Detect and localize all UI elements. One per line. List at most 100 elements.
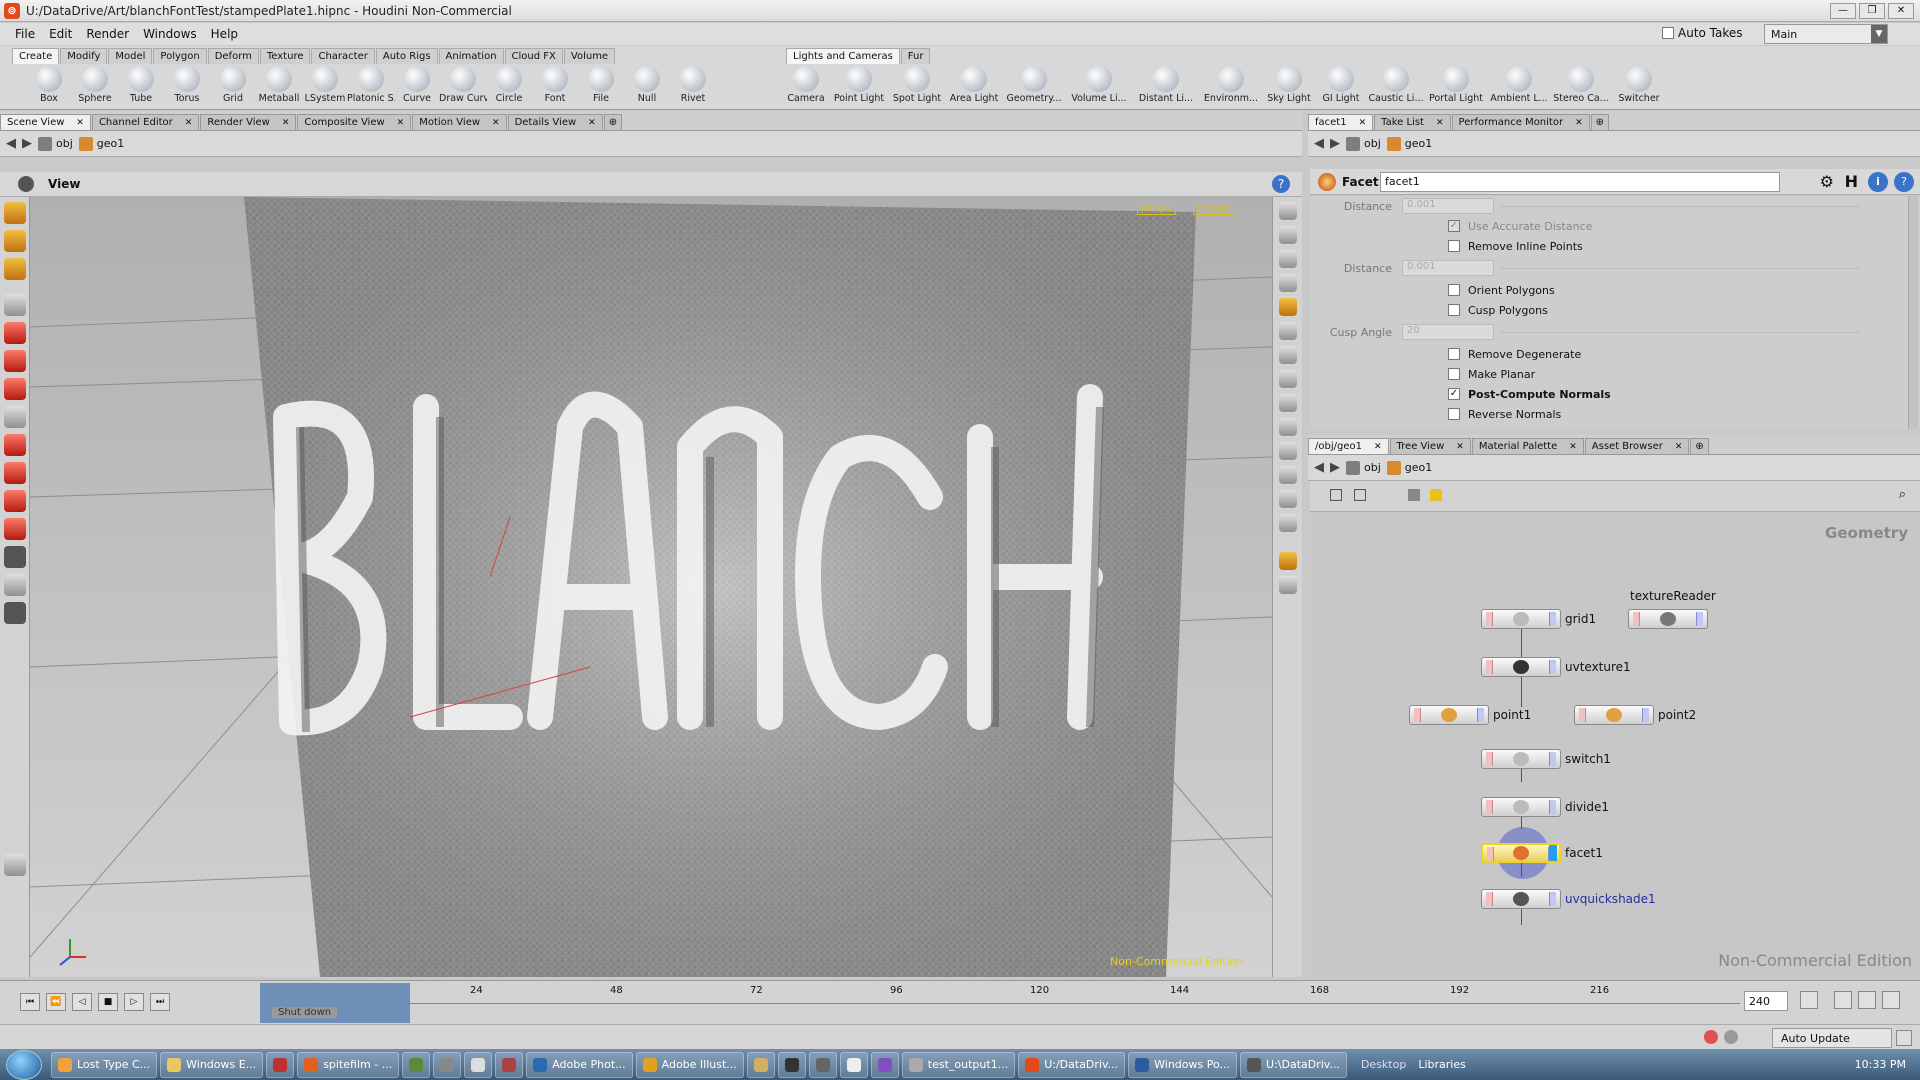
loop-icon[interactable] bbox=[1858, 991, 1876, 1009]
tool-tube[interactable]: Tube bbox=[118, 66, 164, 104]
display-options-icon[interactable] bbox=[1278, 202, 1297, 220]
frame-view-icon[interactable] bbox=[1278, 250, 1297, 268]
audio-icon[interactable] bbox=[1882, 991, 1900, 1009]
param-reverse-normals[interactable]: Reverse Normals bbox=[1448, 404, 1561, 424]
tool-distant-light[interactable]: Distant Li... bbox=[1133, 66, 1199, 104]
play-icon[interactable]: ▷ bbox=[124, 993, 144, 1011]
help-icon[interactable]: ? bbox=[1894, 172, 1914, 192]
tab-take-list[interactable]: Take List ✕ bbox=[1374, 114, 1451, 130]
tab-asset-browser[interactable]: Asset Browser ✕ bbox=[1584, 438, 1690, 454]
close-icon[interactable]: ✕ bbox=[588, 118, 596, 128]
tool-ambient-light[interactable]: Ambient L... bbox=[1487, 66, 1551, 104]
layout-mode-icon[interactable] bbox=[1354, 489, 1366, 501]
start-button[interactable] bbox=[6, 1049, 42, 1080]
menu-edit[interactable]: Edit bbox=[42, 27, 79, 41]
network-editor[interactable]: Geometry Non-Commercial Edition grid1 te… bbox=[1310, 512, 1920, 978]
rotate-tool-icon[interactable] bbox=[3, 350, 26, 372]
tab-tree-view[interactable]: Tree View ✕ bbox=[1389, 438, 1471, 454]
libraries-toolbar-label[interactable]: Libraries bbox=[1418, 1058, 1466, 1071]
step-back-icon[interactable]: ⏪ bbox=[46, 993, 66, 1011]
scale-tool-icon[interactable] bbox=[3, 378, 26, 400]
camera-menu-persp[interactable]: persp1 bbox=[1137, 203, 1177, 215]
tool-gi-light[interactable]: GI Light bbox=[1315, 66, 1367, 104]
param-use-accurate-distance[interactable]: ✓ Use Accurate Distance bbox=[1448, 216, 1592, 236]
ghost-icon[interactable] bbox=[1278, 442, 1297, 460]
param-make-planar[interactable]: Make Planar bbox=[1448, 364, 1535, 384]
pose-tool-icon[interactable] bbox=[3, 406, 26, 428]
wireframe-icon[interactable] bbox=[1278, 322, 1297, 340]
shelf-tab-animation[interactable]: Animation bbox=[438, 48, 504, 64]
add-tab-icon[interactable]: ⊕ bbox=[1690, 438, 1709, 454]
auto-update-select[interactable]: Auto Update bbox=[1772, 1028, 1892, 1048]
tool-camera[interactable]: Camera bbox=[783, 66, 829, 104]
realtime-icon[interactable] bbox=[1834, 991, 1852, 1009]
param-cusp-polygons[interactable]: Cusp Polygons bbox=[1448, 300, 1548, 320]
normals-icon[interactable] bbox=[1278, 370, 1297, 388]
layout-icon[interactable] bbox=[1278, 552, 1297, 570]
shelf-tab-create[interactable]: Create bbox=[12, 48, 60, 64]
param-slider[interactable] bbox=[1500, 267, 1860, 269]
bounds-icon[interactable] bbox=[1278, 490, 1297, 508]
forward-arrow-icon[interactable]: ▶ bbox=[22, 136, 32, 151]
tool-box[interactable]: Box bbox=[26, 66, 72, 104]
numbers-icon[interactable] bbox=[1278, 418, 1297, 436]
taskbar-item-pinned-8[interactable] bbox=[808, 1051, 837, 1078]
visibility-icon[interactable] bbox=[1278, 576, 1297, 594]
taskbar-item-photoshop[interactable]: Adobe Phot... bbox=[526, 1051, 633, 1078]
help-icon[interactable]: ? bbox=[1272, 175, 1290, 193]
shutdown-button[interactable]: Shut down bbox=[272, 1007, 338, 1018]
tool-volume-light[interactable]: Volume Li... bbox=[1065, 66, 1133, 104]
snap-tool-icon[interactable] bbox=[3, 434, 26, 456]
tool-font[interactable]: Font bbox=[532, 66, 578, 104]
auto-takes-toggle[interactable]: Auto Takes bbox=[1662, 26, 1743, 40]
checkbox[interactable]: ✓ bbox=[1448, 220, 1460, 232]
info-icon[interactable]: i bbox=[1868, 172, 1888, 192]
pointer-tool-icon[interactable] bbox=[3, 294, 26, 316]
param-orient-polygons[interactable]: Orient Polygons bbox=[1448, 280, 1555, 300]
desktop-toolbar-label[interactable]: Desktop bbox=[1361, 1058, 1406, 1071]
close-icon[interactable]: ✕ bbox=[1675, 442, 1683, 452]
back-arrow-icon[interactable]: ◀ bbox=[1314, 136, 1324, 151]
view-tool-active-icon[interactable] bbox=[3, 546, 26, 568]
close-icon[interactable]: ✕ bbox=[185, 118, 193, 128]
tab-material-palette[interactable]: Material Palette ✕ bbox=[1471, 438, 1584, 454]
tool-sphere[interactable]: Sphere bbox=[72, 66, 118, 104]
param-remove-inline-points[interactable]: Remove Inline Points bbox=[1448, 236, 1583, 256]
checkbox[interactable] bbox=[1448, 240, 1460, 252]
tool-area-light[interactable]: Area Light bbox=[945, 66, 1003, 104]
snapshot-icon[interactable] bbox=[1278, 514, 1297, 532]
taskbar-item-pinned-6[interactable] bbox=[746, 1051, 775, 1078]
checkbox[interactable] bbox=[1448, 368, 1460, 380]
close-icon[interactable]: ✕ bbox=[397, 118, 405, 128]
taskbar-item-pinned-9[interactable] bbox=[839, 1051, 868, 1078]
tool-torus[interactable]: Torus bbox=[164, 66, 210, 104]
taskbar-item-pinned-7[interactable] bbox=[777, 1051, 806, 1078]
close-icon[interactable]: ✕ bbox=[1374, 442, 1382, 452]
close-button[interactable]: ✕ bbox=[1888, 3, 1914, 19]
shelf-tab-deform[interactable]: Deform bbox=[207, 48, 259, 64]
magnet-tool-icon[interactable] bbox=[3, 462, 26, 484]
close-icon[interactable]: ✕ bbox=[492, 118, 500, 128]
paint-tool-icon[interactable] bbox=[3, 490, 26, 512]
taskbar-item-windows-powershell[interactable]: Windows Po... bbox=[1128, 1051, 1238, 1078]
tab-details-view[interactable]: Details View ✕ bbox=[507, 114, 603, 130]
jump-start-icon[interactable]: ⏮ bbox=[20, 993, 40, 1011]
list-mode-icon[interactable] bbox=[1330, 489, 1342, 501]
close-icon[interactable]: ✕ bbox=[1575, 118, 1583, 128]
camera-tool-icon[interactable] bbox=[3, 602, 26, 624]
tool-environment-light[interactable]: Environm... bbox=[1199, 66, 1263, 104]
close-icon[interactable]: ✕ bbox=[1359, 118, 1367, 128]
checkbox[interactable] bbox=[1448, 408, 1460, 420]
sticky-note-icon[interactable] bbox=[1430, 489, 1442, 501]
forward-arrow-icon[interactable]: ▶ bbox=[1330, 460, 1340, 475]
taskbar-item-test-output[interactable]: test_output1... bbox=[901, 1051, 1016, 1078]
tool-metaball[interactable]: Metaball bbox=[256, 66, 302, 104]
taskbar-item-houdini[interactable]: U:/DataDriv... bbox=[1018, 1051, 1126, 1078]
close-icon[interactable]: ✕ bbox=[76, 118, 84, 128]
tab-motion-view[interactable]: Motion View ✕ bbox=[412, 114, 507, 130]
tool-rivet[interactable]: Rivet bbox=[670, 66, 716, 104]
add-tab-icon[interactable]: ⊕ bbox=[603, 114, 623, 130]
close-icon[interactable]: ✕ bbox=[1456, 442, 1464, 452]
jump-end-icon[interactable]: ⏭ bbox=[150, 993, 170, 1011]
tool-curve[interactable]: Curve bbox=[394, 66, 440, 104]
